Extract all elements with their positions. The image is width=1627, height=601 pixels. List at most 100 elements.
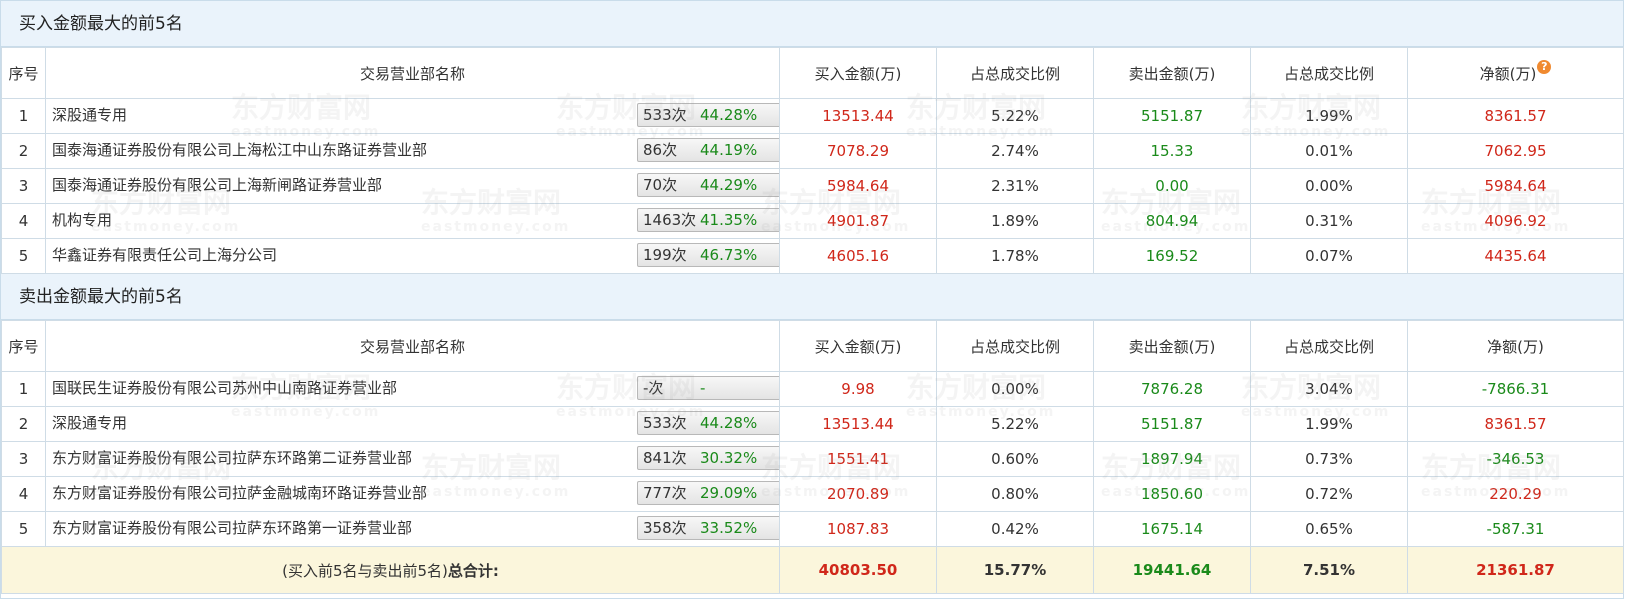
net-amount: 7062.95 bbox=[1407, 133, 1624, 169]
total-sell-amount: 19441.64 bbox=[1093, 546, 1251, 594]
stat-count: 358次 bbox=[643, 519, 687, 537]
stat-count: 70次 bbox=[643, 176, 678, 194]
branch-name-link[interactable]: 国泰海通证券股份有限公司上海松江中山东路证券营业部 bbox=[52, 139, 427, 160]
net-amount: 220.29 bbox=[1407, 476, 1624, 512]
header-index: 序号 bbox=[1, 320, 46, 372]
branch-name-link[interactable]: 机构专用 bbox=[52, 209, 112, 230]
branch-stat-button[interactable]: 199次 46.73% bbox=[637, 243, 779, 267]
table-row: 1 深股通专用 533次 44.28%?13513.445.22%5151.871.9… bbox=[1, 98, 1624, 134]
total-label: (买入前5名与卖出前5名)总合计: bbox=[1, 546, 780, 594]
branch-cell: 东方财富证券股份有限公司拉萨金融城南环路证券营业部 777次 29.09% bbox=[45, 476, 780, 512]
branch-name-link[interactable]: 华鑫证券有限责任公司上海分公司 bbox=[52, 244, 277, 265]
stat-count: -次 bbox=[643, 379, 664, 397]
sell-ratio: 1.99% bbox=[1250, 98, 1408, 134]
branch-stat-button[interactable]: 1463次 41.35% bbox=[637, 208, 779, 232]
branch-name-link[interactable]: 东方财富证券股份有限公司拉萨东环路第二证券营业部 bbox=[52, 447, 412, 468]
net-amount: 5984.64 bbox=[1407, 168, 1624, 204]
buy-amount: 4605.16 bbox=[779, 238, 937, 274]
header-buy-amount: 买入金额(万) bbox=[779, 47, 937, 99]
buy-ratio: 5.22% bbox=[936, 98, 1094, 134]
buy-ratio: 0.00% bbox=[936, 371, 1094, 407]
sell-table-header: 序号 交易营业部名称 买入金额(万) 占总成交比例 卖出金额(万) 占总成交比例… bbox=[1, 320, 1624, 372]
sell-ratio: 1.99% bbox=[1250, 406, 1408, 442]
sell-ratio: 0.31% bbox=[1250, 203, 1408, 239]
branch-stat-button[interactable]: 533次 44.28% bbox=[637, 411, 779, 435]
total-sell-ratio: 7.51% bbox=[1250, 546, 1408, 594]
header-net-amount: 净额(万) bbox=[1407, 320, 1624, 372]
branch-stat-button[interactable]: 70次 44.29% bbox=[637, 173, 779, 197]
sell-ratio: 0.07% bbox=[1250, 238, 1408, 274]
sell-amount: 15.33 bbox=[1093, 133, 1251, 169]
header-buy-amount: 买入金额(万) bbox=[779, 320, 937, 372]
branch-name-link[interactable]: 深股通专用 bbox=[52, 104, 127, 125]
sell-amount: 169.52 bbox=[1093, 238, 1251, 274]
dragon-tiger-board: 买入金额最大的前5名 序号 交易营业部名称 买入金额(万) 占总成交比例 卖出金… bbox=[0, 0, 1624, 599]
stat-percent: 33.52% bbox=[700, 519, 758, 537]
branch-stat-button[interactable]: 777次 29.09% bbox=[637, 481, 779, 505]
branch-name-link[interactable]: 国联民生证券股份有限公司苏州中山南路证券营业部 bbox=[52, 377, 397, 398]
stat-count: 841次 bbox=[643, 449, 687, 467]
branch-cell: 东方财富证券股份有限公司拉萨东环路第一证券营业部 358次 33.52% bbox=[45, 511, 780, 547]
branch-stat-button[interactable]: 841次 30.32% bbox=[637, 446, 779, 470]
net-amount: 4435.64 bbox=[1407, 238, 1624, 274]
branch-stat-button[interactable]: -次 -? bbox=[637, 376, 780, 400]
table-row: 5 东方财富证券股份有限公司拉萨东环路第一证券营业部 358次 33.52% 1087.… bbox=[1, 511, 1624, 547]
row-index: 3 bbox=[1, 168, 46, 204]
stat-percent: 41.35% bbox=[700, 211, 758, 229]
buy-section-title: 买入金额最大的前5名 bbox=[1, 1, 1623, 47]
branch-stat-button[interactable]: 358次 33.52% bbox=[637, 516, 779, 540]
question-icon[interactable]: ? bbox=[779, 108, 780, 122]
row-index: 5 bbox=[1, 238, 46, 274]
table-row: 4 东方财富证券股份有限公司拉萨金融城南环路证券营业部 777次 29.09% 2070… bbox=[1, 476, 1624, 512]
stat-percent: 44.19% bbox=[700, 141, 758, 159]
header-sell-ratio: 占总成交比例 bbox=[1250, 47, 1408, 99]
row-index: 2 bbox=[1, 406, 46, 442]
net-amount: 8361.57 bbox=[1407, 406, 1624, 442]
table-row: 4 机构专用 1463次 41.35% 4901.87 1.89% 804.94 0.31% 4… bbox=[1, 203, 1624, 239]
branch-name-link[interactable]: 深股通专用 bbox=[52, 412, 127, 433]
branch-name-link[interactable]: 东方财富证券股份有限公司拉萨东环路第一证券营业部 bbox=[52, 517, 412, 538]
header-branch-name: 交易营业部名称 bbox=[45, 320, 780, 372]
stat-percent: 44.29% bbox=[700, 176, 758, 194]
buy-ratio: 0.42% bbox=[936, 511, 1094, 547]
branch-cell: 机构专用 1463次 41.35% bbox=[45, 203, 780, 239]
total-buy-amount: 40803.50 bbox=[779, 546, 937, 594]
header-sell-amount: 卖出金额(万) bbox=[1093, 47, 1251, 99]
net-amount: 8361.57 bbox=[1407, 98, 1624, 134]
buy-ratio: 1.89% bbox=[936, 203, 1094, 239]
buy-amount: 7078.29 bbox=[779, 133, 937, 169]
branch-name-link[interactable]: 国泰海通证券股份有限公司上海新闸路证券营业部 bbox=[52, 174, 382, 195]
total-net-amount: 21361.87 bbox=[1407, 546, 1624, 594]
buy-amount: 1551.41 bbox=[779, 441, 937, 477]
sell-ratio: 0.65% bbox=[1250, 511, 1408, 547]
sell-amount: 0.00 bbox=[1093, 168, 1251, 204]
buy-table: 序号 交易营业部名称 买入金额(万) 占总成交比例 卖出金额(万) 占总成交比例… bbox=[1, 47, 1624, 274]
table-row: 2 国泰海通证券股份有限公司上海松江中山东路证券营业部 86次 44.19% 7078.… bbox=[1, 133, 1624, 169]
sell-table: 序号 交易营业部名称 买入金额(万) 占总成交比例 卖出金额(万) 占总成交比例… bbox=[1, 320, 1624, 594]
stat-percent: 30.32% bbox=[700, 449, 758, 467]
row-index: 3 bbox=[1, 441, 46, 477]
row-index: 5 bbox=[1, 511, 46, 547]
buy-table-header: 序号 交易营业部名称 买入金额(万) 占总成交比例 卖出金额(万) 占总成交比例… bbox=[1, 47, 1624, 99]
branch-cell: 国泰海通证券股份有限公司上海新闸路证券营业部 70次 44.29% bbox=[45, 168, 780, 204]
sell-amount: 5151.87 bbox=[1093, 98, 1251, 134]
sell-amount: 1850.60 bbox=[1093, 476, 1251, 512]
header-buy-ratio: 占总成交比例 bbox=[936, 320, 1094, 372]
stat-percent: - bbox=[700, 379, 706, 397]
branch-name-link[interactable]: 东方财富证券股份有限公司拉萨金融城南环路证券营业部 bbox=[52, 482, 427, 503]
stat-percent: 44.28% bbox=[700, 106, 758, 124]
question-icon[interactable]: ? bbox=[779, 381, 780, 395]
buy-amount: 5984.64 bbox=[779, 168, 937, 204]
sell-amount: 5151.87 bbox=[1093, 406, 1251, 442]
sell-ratio: 0.01% bbox=[1250, 133, 1408, 169]
net-amount: -7866.31 bbox=[1407, 371, 1624, 407]
branch-cell: 国联民生证券股份有限公司苏州中山南路证券营业部 -次 -? bbox=[45, 371, 780, 407]
row-index: 2 bbox=[1, 133, 46, 169]
sell-ratio: 3.04% bbox=[1250, 371, 1408, 407]
branch-stat-button[interactable]: 533次 44.28%? bbox=[637, 103, 780, 127]
buy-amount: 13513.44 bbox=[779, 406, 937, 442]
question-icon[interactable]: ? bbox=[1537, 59, 1552, 74]
sell-ratio: 0.72% bbox=[1250, 476, 1408, 512]
table-row: 2 深股通专用 533次 44.28% 13513.44 5.22% 5151.87 1.99… bbox=[1, 406, 1624, 442]
branch-stat-button[interactable]: 86次 44.19% bbox=[637, 138, 779, 162]
